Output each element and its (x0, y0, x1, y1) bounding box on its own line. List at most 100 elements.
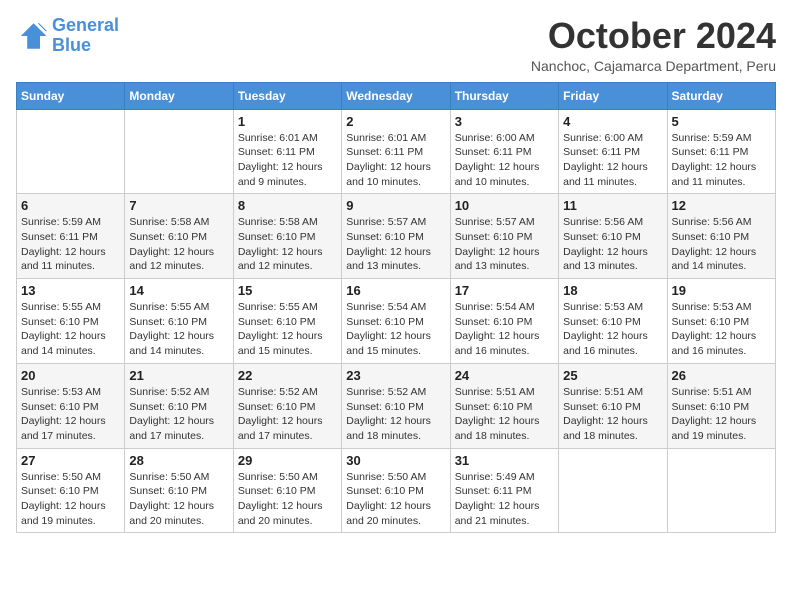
calendar-cell: 14Sunrise: 5:55 AM Sunset: 6:10 PM Dayli… (125, 279, 233, 364)
day-number: 15 (238, 283, 337, 298)
day-info: Sunrise: 5:49 AM Sunset: 6:11 PM Dayligh… (455, 470, 554, 529)
calendar-cell: 1 Sunrise: 6:01 AM Sunset: 6:11 PM Daylig… (233, 109, 341, 194)
day-number: 19 (672, 283, 771, 298)
month-title: October 2024 (531, 16, 776, 56)
calendar-cell: 18Sunrise: 5:53 AM Sunset: 6:10 PM Dayli… (559, 279, 667, 364)
day-number: 3 (455, 114, 554, 129)
day-number: 6 (21, 198, 120, 213)
calendar-cell: 31 Sunrise: 5:49 AM Sunset: 6:11 PM Dayli… (450, 448, 558, 533)
logo-icon (16, 20, 48, 52)
day-number: 28 (129, 453, 228, 468)
day-info: Sunrise: 5:53 AM Sunset: 6:10 PM Dayligh… (21, 385, 120, 444)
day-info: Sunrise: 5:59 AM Sunset: 6:11 PM Dayligh… (21, 215, 120, 274)
day-number: 5 (672, 114, 771, 129)
day-number: 23 (346, 368, 445, 383)
calendar-cell: 23 Sunrise: 5:52 AM Sunset: 6:10 PM Dayli… (342, 363, 450, 448)
day-info: Sunrise: 5:54 AM Sunset: 6:10 PM Dayligh… (455, 300, 554, 359)
day-info: Sunrise: 5:51 AM Sunset: 6:10 PM Dayligh… (672, 385, 771, 444)
calendar-header-row: SundayMondayTuesdayWednesdayThursdayFrid… (17, 82, 776, 109)
logo-line1: General (52, 15, 119, 35)
day-info: Sunrise: 5:56 AM Sunset: 6:10 PM Dayligh… (672, 215, 771, 274)
calendar-cell: 10 Sunrise: 5:57 AM Sunset: 6:10 PM Dayli… (450, 194, 558, 279)
calendar-cell: 15Sunrise: 5:55 AM Sunset: 6:10 PM Dayli… (233, 279, 341, 364)
day-number: 20 (21, 368, 120, 383)
column-header-saturday: Saturday (667, 82, 775, 109)
calendar-cell: 4 Sunrise: 6:00 AM Sunset: 6:11 PM Daylig… (559, 109, 667, 194)
calendar-week-row: 20 Sunrise: 5:53 AM Sunset: 6:10 PM Dayli… (17, 363, 776, 448)
calendar-cell (17, 109, 125, 194)
calendar-cell: 29Sunrise: 5:50 AM Sunset: 6:10 PM Dayli… (233, 448, 341, 533)
day-number: 11 (563, 198, 662, 213)
day-number: 13 (21, 283, 120, 298)
calendar-cell: 2 Sunrise: 6:01 AM Sunset: 6:11 PM Daylig… (342, 109, 450, 194)
calendar-cell: 24Sunrise: 5:51 AM Sunset: 6:10 PM Dayli… (450, 363, 558, 448)
day-number: 10 (455, 198, 554, 213)
calendar-cell: 9 Sunrise: 5:57 AM Sunset: 6:10 PM Daylig… (342, 194, 450, 279)
calendar-cell: 6 Sunrise: 5:59 AM Sunset: 6:11 PM Daylig… (17, 194, 125, 279)
column-header-monday: Monday (125, 82, 233, 109)
logo-text: General Blue (52, 16, 119, 56)
calendar-cell (125, 109, 233, 194)
calendar-cell: 30 Sunrise: 5:50 AM Sunset: 6:10 PM Dayli… (342, 448, 450, 533)
calendar-cell: 22 Sunrise: 5:52 AM Sunset: 6:10 PM Dayli… (233, 363, 341, 448)
calendar-cell: 11 Sunrise: 5:56 AM Sunset: 6:10 PM Dayli… (559, 194, 667, 279)
calendar-cell: 12Sunrise: 5:56 AM Sunset: 6:10 PM Dayli… (667, 194, 775, 279)
day-info: Sunrise: 5:57 AM Sunset: 6:10 PM Dayligh… (346, 215, 445, 274)
calendar-cell: 27 Sunrise: 5:50 AM Sunset: 6:10 PM Dayli… (17, 448, 125, 533)
calendar-cell: 19 Sunrise: 5:53 AM Sunset: 6:10 PM Dayli… (667, 279, 775, 364)
day-info: Sunrise: 5:52 AM Sunset: 6:10 PM Dayligh… (129, 385, 228, 444)
calendar-cell: 17 Sunrise: 5:54 AM Sunset: 6:10 PM Dayli… (450, 279, 558, 364)
day-info: Sunrise: 5:50 AM Sunset: 6:10 PM Dayligh… (346, 470, 445, 529)
day-info: Sunrise: 5:50 AM Sunset: 6:10 PM Dayligh… (21, 470, 120, 529)
day-number: 31 (455, 453, 554, 468)
day-number: 2 (346, 114, 445, 129)
day-number: 9 (346, 198, 445, 213)
column-header-tuesday: Tuesday (233, 82, 341, 109)
day-number: 18 (563, 283, 662, 298)
day-number: 7 (129, 198, 228, 213)
day-number: 29 (238, 453, 337, 468)
day-info: Sunrise: 5:57 AM Sunset: 6:10 PM Dayligh… (455, 215, 554, 274)
calendar-cell: 28 Sunrise: 5:50 AM Sunset: 6:10 PM Dayli… (125, 448, 233, 533)
day-info: Sunrise: 6:01 AM Sunset: 6:11 PM Dayligh… (346, 131, 445, 190)
calendar-cell: 8 Sunrise: 5:58 AM Sunset: 6:10 PM Daylig… (233, 194, 341, 279)
calendar-cell: 20 Sunrise: 5:53 AM Sunset: 6:10 PM Dayli… (17, 363, 125, 448)
location-subtitle: Nanchoc, Cajamarca Department, Peru (531, 58, 776, 74)
day-number: 22 (238, 368, 337, 383)
day-info: Sunrise: 5:55 AM Sunset: 6:10 PM Dayligh… (21, 300, 120, 359)
calendar-week-row: 27 Sunrise: 5:50 AM Sunset: 6:10 PM Dayli… (17, 448, 776, 533)
page-header: General Blue October 2024 Nanchoc, Cajam… (16, 16, 776, 74)
day-number: 21 (129, 368, 228, 383)
day-number: 17 (455, 283, 554, 298)
day-number: 4 (563, 114, 662, 129)
day-info: Sunrise: 6:01 AM Sunset: 6:11 PM Dayligh… (238, 131, 337, 190)
day-info: Sunrise: 6:00 AM Sunset: 6:11 PM Dayligh… (455, 131, 554, 190)
day-info: Sunrise: 5:52 AM Sunset: 6:10 PM Dayligh… (346, 385, 445, 444)
day-info: Sunrise: 5:58 AM Sunset: 6:10 PM Dayligh… (238, 215, 337, 274)
day-info: Sunrise: 5:50 AM Sunset: 6:10 PM Dayligh… (129, 470, 228, 529)
day-info: Sunrise: 5:53 AM Sunset: 6:10 PM Dayligh… (672, 300, 771, 359)
day-number: 24 (455, 368, 554, 383)
logo: General Blue (16, 16, 119, 56)
day-info: Sunrise: 5:52 AM Sunset: 6:10 PM Dayligh… (238, 385, 337, 444)
day-info: Sunrise: 6:00 AM Sunset: 6:11 PM Dayligh… (563, 131, 662, 190)
calendar-cell: 26Sunrise: 5:51 AM Sunset: 6:10 PM Dayli… (667, 363, 775, 448)
day-info: Sunrise: 5:55 AM Sunset: 6:10 PM Dayligh… (129, 300, 228, 359)
calendar-cell (559, 448, 667, 533)
day-number: 30 (346, 453, 445, 468)
calendar-cell: 3 Sunrise: 6:00 AM Sunset: 6:11 PM Daylig… (450, 109, 558, 194)
title-block: October 2024 Nanchoc, Cajamarca Departme… (531, 16, 776, 74)
calendar-table: SundayMondayTuesdayWednesdayThursdayFrid… (16, 82, 776, 534)
day-number: 8 (238, 198, 337, 213)
calendar-cell: 13 Sunrise: 5:55 AM Sunset: 6:10 PM Dayli… (17, 279, 125, 364)
column-header-thursday: Thursday (450, 82, 558, 109)
day-info: Sunrise: 5:54 AM Sunset: 6:10 PM Dayligh… (346, 300, 445, 359)
day-number: 27 (21, 453, 120, 468)
column-header-wednesday: Wednesday (342, 82, 450, 109)
calendar-week-row: 13 Sunrise: 5:55 AM Sunset: 6:10 PM Dayli… (17, 279, 776, 364)
day-number: 1 (238, 114, 337, 129)
logo-line2: Blue (52, 35, 91, 55)
column-header-friday: Friday (559, 82, 667, 109)
day-info: Sunrise: 5:56 AM Sunset: 6:10 PM Dayligh… (563, 215, 662, 274)
calendar-cell: 25Sunrise: 5:51 AM Sunset: 6:10 PM Dayli… (559, 363, 667, 448)
